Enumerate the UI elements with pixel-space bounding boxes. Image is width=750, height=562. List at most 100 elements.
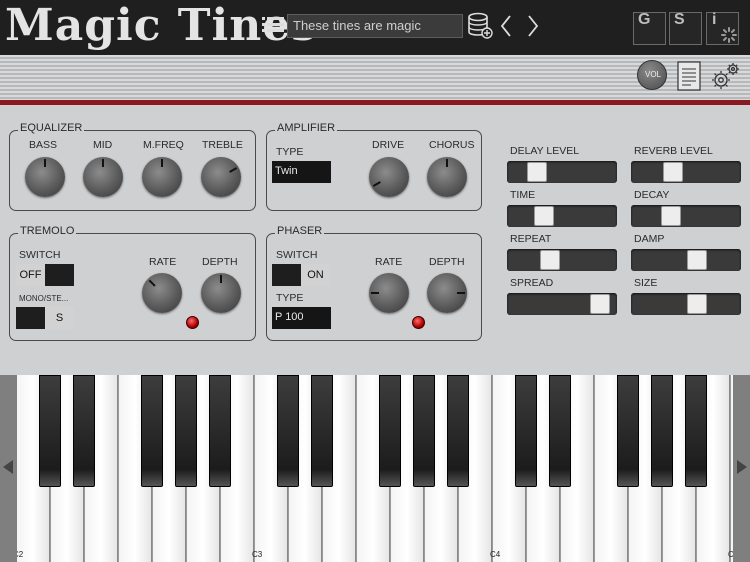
- tremolo-switch[interactable]: OFF: [16, 264, 74, 286]
- slider-thumb[interactable]: [539, 250, 560, 270]
- phaser-switch-on: ON: [301, 264, 330, 286]
- chevron-right-icon[interactable]: [526, 14, 540, 38]
- spread-slider[interactable]: [507, 293, 617, 315]
- black-key[interactable]: [617, 375, 639, 487]
- black-key[interactable]: [277, 375, 299, 487]
- decay-slider[interactable]: [631, 205, 741, 227]
- amp-type-selector[interactable]: Twin: [272, 161, 331, 183]
- black-key[interactable]: [73, 375, 95, 487]
- document-icon[interactable]: [677, 61, 701, 91]
- phaser-led: [412, 316, 425, 329]
- delay-level-label: DELAY LEVEL: [510, 145, 580, 157]
- database-add-icon[interactable]: [467, 12, 493, 40]
- amp-type-label: TYPE: [276, 146, 304, 158]
- mid-knob[interactable]: [83, 157, 123, 197]
- scroll-right-button[interactable]: [733, 375, 750, 562]
- s-button-label: S: [674, 11, 685, 28]
- list-icon[interactable]: [262, 16, 284, 34]
- spinner-icon: [721, 27, 737, 43]
- black-key[interactable]: [651, 375, 673, 487]
- g-button[interactable]: G: [633, 11, 666, 45]
- slider-thumb[interactable]: [662, 162, 683, 182]
- drive-knob[interactable]: [369, 157, 409, 197]
- knob-indicator: [372, 181, 381, 187]
- black-key[interactable]: [685, 375, 707, 487]
- black-key[interactable]: [39, 375, 61, 487]
- gear-icon[interactable]: [709, 60, 741, 92]
- repeat-slider[interactable]: [507, 249, 617, 271]
- phaser-switch[interactable]: ON: [272, 264, 330, 286]
- time-slider[interactable]: [507, 205, 617, 227]
- tremolo-switch-off: OFF: [16, 264, 45, 286]
- slider-thumb[interactable]: [527, 162, 548, 182]
- mfreq-label: M.FREQ: [143, 139, 184, 151]
- black-key[interactable]: [515, 375, 537, 487]
- size-label: SIZE: [634, 277, 658, 289]
- info-button[interactable]: i: [706, 11, 739, 45]
- phaser-group: PHASER SWITCH ON TYPE P 100 RATE DEPTH: [266, 225, 482, 341]
- knob-indicator: [457, 292, 465, 294]
- chorus-knob[interactable]: [427, 157, 467, 197]
- time-label: TIME: [510, 189, 536, 201]
- spread-label: SPREAD: [510, 277, 554, 289]
- decay-label: DECAY: [634, 189, 670, 201]
- mfreq-knob[interactable]: [142, 157, 182, 197]
- phaser-type-selector[interactable]: P 100: [272, 307, 331, 329]
- slider-thumb[interactable]: [686, 294, 707, 314]
- knob-indicator: [148, 279, 156, 287]
- tremolo-depth-knob[interactable]: [201, 273, 241, 313]
- slider-thumb[interactable]: [686, 250, 707, 270]
- black-key[interactable]: [311, 375, 333, 487]
- mono-stereo-switch[interactable]: S: [16, 307, 74, 329]
- black-key[interactable]: [209, 375, 231, 487]
- triangle-left-icon: [3, 460, 13, 474]
- slider-thumb[interactable]: [534, 206, 555, 226]
- size-slider[interactable]: [631, 293, 741, 315]
- black-key[interactable]: [175, 375, 197, 487]
- tremolo-switch-on: [45, 264, 74, 286]
- amplifier-title: AMPLIFIER: [275, 122, 338, 134]
- s-button[interactable]: S: [669, 11, 702, 45]
- tremolo-depth-label: DEPTH: [202, 256, 238, 268]
- slider-thumb[interactable]: [661, 206, 682, 226]
- reverb-level-slider[interactable]: [631, 161, 741, 183]
- treble-knob[interactable]: [201, 157, 241, 197]
- preset-name-field[interactable]: These tines are magic: [287, 14, 463, 38]
- phaser-switch-off: [272, 264, 301, 286]
- delay-level-slider[interactable]: [507, 161, 617, 183]
- octave-label: C3: [252, 550, 263, 559]
- volume-knob[interactable]: VOL: [637, 60, 667, 90]
- triangle-right-icon: [737, 460, 747, 474]
- chorus-label: CHORUS: [429, 139, 475, 151]
- knob-indicator: [161, 159, 163, 167]
- tremolo-group: TREMOLO SWITCH OFF MONO/STE... S RATE DE…: [9, 225, 256, 341]
- scroll-left-button[interactable]: [0, 375, 17, 562]
- black-key[interactable]: [447, 375, 469, 487]
- black-key[interactable]: [141, 375, 163, 487]
- stereo-option: S: [45, 307, 74, 329]
- knob-indicator: [229, 167, 238, 173]
- knob-indicator: [371, 292, 379, 294]
- damp-slider[interactable]: [631, 249, 741, 271]
- slider-thumb[interactable]: [589, 294, 610, 314]
- drive-label: DRIVE: [372, 139, 405, 151]
- tremolo-led: [186, 316, 199, 329]
- black-key[interactable]: [413, 375, 435, 487]
- phaser-depth-knob[interactable]: [427, 273, 467, 313]
- piano-keyboard: C2C3C4C5: [0, 375, 750, 562]
- repeat-label: REPEAT: [510, 233, 552, 245]
- phaser-switch-label: SWITCH: [276, 249, 318, 261]
- tremolo-switch-label: SWITCH: [19, 249, 61, 261]
- chevron-left-icon[interactable]: [499, 14, 513, 38]
- bass-knob[interactable]: [25, 157, 65, 197]
- control-panel: EQUALIZER BASS MID M.FREQ TREBLE AMPLIFI…: [0, 105, 750, 375]
- phaser-title: PHASER: [275, 225, 325, 237]
- treble-label: TREBLE: [202, 139, 243, 151]
- knob-indicator: [44, 159, 46, 167]
- phaser-rate-knob[interactable]: [369, 273, 409, 313]
- phaser-depth-label: DEPTH: [429, 256, 465, 268]
- tremolo-rate-knob[interactable]: [142, 273, 182, 313]
- black-key[interactable]: [549, 375, 571, 487]
- black-key[interactable]: [379, 375, 401, 487]
- knob-indicator: [446, 159, 448, 167]
